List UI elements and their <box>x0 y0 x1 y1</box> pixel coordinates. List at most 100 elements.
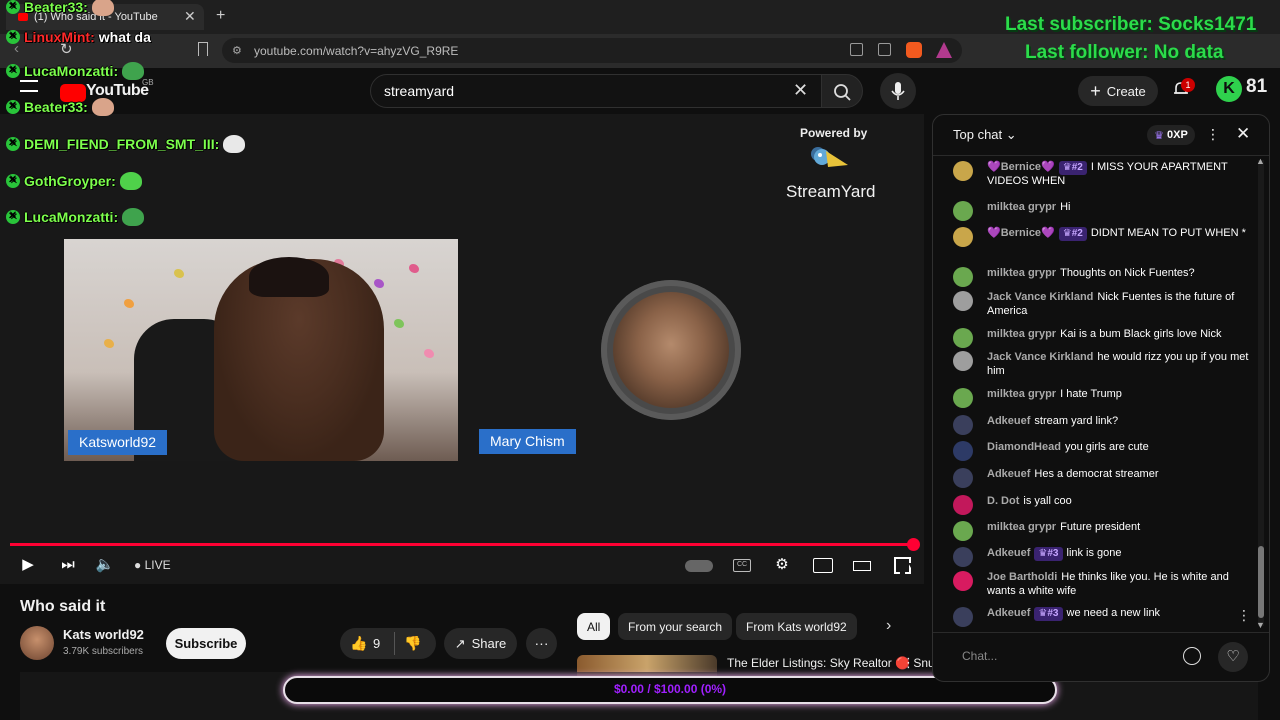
theater-mode-icon[interactable] <box>853 561 871 571</box>
subscribe-button[interactable]: Subscribe <box>166 628 246 659</box>
chat-author-avatar[interactable] <box>953 607 973 627</box>
volume-icon[interactable]: 🔈 <box>95 556 115 574</box>
chat-author-avatar[interactable] <box>953 468 973 488</box>
bookmark-icon[interactable] <box>198 42 208 56</box>
chat-author-name[interactable]: Adkeuef <box>987 607 1030 619</box>
chat-message-body: milktea grypr Thoughts on Nick Fuentes? <box>987 267 1253 281</box>
chat-author-avatar[interactable] <box>953 521 973 541</box>
chat-author-avatar[interactable] <box>953 495 973 515</box>
share-page-icon[interactable] <box>878 43 891 56</box>
chat-message[interactable]: milktea grypr I hate Trump <box>953 388 1253 408</box>
clear-search-icon[interactable]: ✕ <box>793 80 808 101</box>
chat-author-name[interactable]: Adkeuef <box>987 415 1030 427</box>
chat-author-name[interactable]: D. Dot <box>987 495 1019 507</box>
cast-icon[interactable] <box>850 43 863 56</box>
chat-author-avatar[interactable] <box>953 267 973 287</box>
settings-gear-icon[interactable]: ⚙ <box>772 556 792 574</box>
autoplay-toggle[interactable] <box>685 560 713 572</box>
chat-author-name[interactable]: milktea grypr <box>987 201 1056 213</box>
user-avatar[interactable]: K <box>1216 76 1242 102</box>
chat-author-avatar[interactable] <box>953 328 973 348</box>
chat-message[interactable]: Adkeuef ♛#3 we need a new link <box>953 607 1253 627</box>
chevron-right-icon[interactable]: › <box>886 617 891 635</box>
chat-message[interactable]: Jack Vance Kirkland he would rizz you up … <box>953 351 1253 378</box>
chat-message[interactable]: milktea grypr Kai is a bum Black girls lo… <box>953 328 1253 348</box>
brave-shield-icon[interactable] <box>906 42 922 58</box>
dislike-icon[interactable]: 👎 <box>404 635 421 652</box>
play-icon[interactable]: ▶ <box>18 556 38 574</box>
new-tab-icon[interactable]: + <box>216 7 225 25</box>
chat-author-name[interactable]: 💜Bernice💜 <box>987 227 1055 239</box>
chat-input[interactable]: Chat... <box>950 642 1178 670</box>
xp-badge[interactable]: ♛ 0XP <box>1147 125 1195 145</box>
recommendation-menu-icon[interactable]: ⋮ <box>902 655 915 671</box>
chat-message[interactable]: milktea grypr Thoughts on Nick Fuentes? <box>953 267 1253 287</box>
chat-author-name[interactable]: DiamondHead <box>987 441 1061 453</box>
chat-message[interactable]: Adkeuef Hes a democrat streamer <box>953 468 1253 488</box>
site-info-icon[interactable]: ⚙ <box>232 44 242 57</box>
live-indicator[interactable]: ● LIVE <box>134 558 171 572</box>
chat-message[interactable]: 💜Bernice💜 ♛#2 I MISS YOUR APARTMENT VIDEOS… <box>953 161 1253 188</box>
chip-from-search[interactable]: From your search <box>618 613 733 640</box>
search-input[interactable]: streamyard <box>370 74 822 108</box>
chat-message[interactable]: Adkeuef stream yard link? <box>953 415 1253 435</box>
participant-name-tag-2: Mary Chism <box>479 429 576 454</box>
chat-message[interactable]: D. Dot is yall coo <box>953 495 1253 515</box>
chat-author-avatar[interactable] <box>953 571 973 591</box>
chat-author-name[interactable]: milktea grypr <box>987 267 1056 279</box>
chat-more-icon[interactable]: ⋮ <box>1206 126 1220 143</box>
chat-author-avatar[interactable] <box>953 161 973 181</box>
chat-message[interactable]: Jack Vance Kirkland Nick Fuentes is the f… <box>953 291 1253 318</box>
progress-bar[interactable] <box>10 543 914 546</box>
chat-author-name[interactable]: milktea grypr <box>987 521 1056 533</box>
chat-author-name[interactable]: Jack Vance Kirkland <box>987 291 1093 303</box>
chat-author-avatar[interactable] <box>953 415 973 435</box>
chat-author-name[interactable]: Adkeuef <box>987 547 1030 559</box>
share-button[interactable]: ↗ Share <box>444 628 517 659</box>
more-actions-button[interactable]: ··· <box>526 628 557 659</box>
chat-author-avatar[interactable] <box>953 201 973 221</box>
chat-message[interactable]: Adkeuef ♛#3 link is gone <box>953 547 1253 567</box>
chat-author-name[interactable]: 💜Bernice💜 <box>987 161 1055 173</box>
channel-avatar[interactable] <box>20 626 54 660</box>
chat-author-name[interactable]: Adkeuef <box>987 468 1030 480</box>
chat-message-text: link is gone <box>1066 547 1122 559</box>
like-icon[interactable]: 👍 <box>350 635 367 652</box>
menu-icon[interactable] <box>20 80 38 92</box>
miniplayer-icon[interactable] <box>813 558 833 573</box>
chat-author-name[interactable]: milktea grypr <box>987 388 1056 400</box>
create-button[interactable]: + Create <box>1078 76 1158 106</box>
chip-from-channel[interactable]: From Kats world92 <box>736 613 857 640</box>
chat-message[interactable]: Joe Bartholdi He thinks like you. He is w… <box>953 571 1253 598</box>
emoji-icon[interactable] <box>1183 647 1201 665</box>
chat-message-body: 💜Bernice💜 ♛#2 DIDNT MEAN TO PUT WHEN * <box>987 227 1253 241</box>
chat-author-avatar[interactable] <box>953 547 973 567</box>
captions-icon[interactable]: CC <box>733 559 751 572</box>
chat-author-avatar[interactable] <box>953 441 973 461</box>
chat-author-avatar[interactable] <box>953 227 973 247</box>
chat-author-name[interactable]: Jack Vance Kirkland <box>987 351 1093 363</box>
scroll-down-icon[interactable]: ▼ <box>1256 620 1265 630</box>
live-label: LIVE <box>144 558 171 572</box>
channel-name[interactable]: Kats world92 <box>63 627 144 642</box>
chat-author-name[interactable]: milktea grypr <box>987 328 1056 340</box>
chat-author-avatar[interactable] <box>953 291 973 311</box>
message-menu-icon[interactable]: ⋮ <box>1237 607 1251 624</box>
chat-message[interactable]: milktea grypr Hi <box>953 201 1253 221</box>
chat-message[interactable]: 💜Bernice💜 ♛#2 DIDNT MEAN TO PUT WHEN * <box>953 227 1253 247</box>
search-button[interactable] <box>821 74 863 108</box>
chat-close-icon[interactable]: ✕ <box>1236 124 1250 144</box>
chat-author-avatar[interactable] <box>953 388 973 408</box>
voice-search-button[interactable] <box>880 73 916 109</box>
chat-author-name[interactable]: Joe Bartholdi <box>987 571 1057 583</box>
chat-author-avatar[interactable] <box>953 351 973 371</box>
next-icon[interactable]: ⏭ <box>58 556 78 574</box>
top-chat-dropdown[interactable]: Top chat ⌄ <box>953 127 1017 143</box>
chat-message[interactable]: DiamondHead you girls are cute <box>953 441 1253 461</box>
chip-all[interactable]: All <box>577 613 611 640</box>
scroll-up-icon[interactable]: ▲ <box>1256 156 1265 166</box>
heart-icon[interactable]: ♡ <box>1218 642 1248 672</box>
tab-close-icon[interactable]: ✕ <box>184 8 196 25</box>
chat-scroll-thumb[interactable] <box>1258 546 1264 618</box>
chat-message[interactable]: milktea grypr Future president <box>953 521 1253 541</box>
